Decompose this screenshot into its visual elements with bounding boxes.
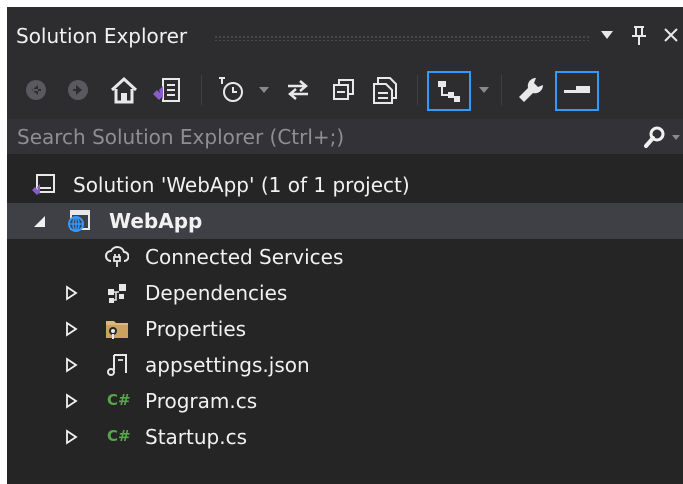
search-options-dropdown[interactable]	[671, 131, 681, 143]
tree-row-connected-services[interactable]: Connected Services	[7, 239, 683, 275]
filter-dropdown-arrow[interactable]	[479, 87, 489, 93]
pending-changes-dropdown-arrow[interactable]	[259, 87, 269, 93]
pin-button[interactable]	[627, 21, 651, 49]
collapse-all-icon	[333, 79, 354, 100]
project-label: WebApp	[109, 209, 203, 233]
search-button[interactable]	[641, 123, 669, 151]
csharp-file-icon: C#	[107, 391, 131, 409]
window-options-button[interactable]	[595, 23, 619, 47]
triangle-down-icon	[601, 31, 613, 39]
tree-row-startup-cs[interactable]: C# Startup.cs	[7, 419, 683, 455]
item-label: Properties	[145, 317, 247, 341]
sync-with-active-document-button[interactable]	[281, 73, 315, 107]
collapsed-triangle-icon[interactable]	[65, 321, 79, 337]
vs-document-icon	[153, 78, 180, 102]
tree-row-program-cs[interactable]: C# Program.cs	[7, 383, 683, 419]
tree-row-dependencies[interactable]: Dependencies	[7, 275, 683, 311]
home-icon	[110, 76, 138, 104]
csharp-file-icon: C#	[107, 427, 131, 445]
collapsed-triangle-icon[interactable]	[65, 285, 79, 301]
web-project-icon	[68, 210, 90, 232]
collapsed-triangle-icon[interactable]	[65, 429, 79, 445]
filter-button[interactable]	[427, 71, 471, 111]
preview-tab-icon	[564, 86, 590, 93]
chevron-down-icon	[672, 134, 680, 140]
back-button[interactable]	[21, 73, 51, 107]
solution-explorer-panel: Solution Explorer Search Solution Explor…	[7, 7, 683, 484]
pin-icon	[632, 26, 646, 45]
toolbar	[7, 63, 683, 119]
wrench-icon	[519, 77, 544, 102]
close-icon	[664, 28, 678, 42]
arrow-left-circle-icon	[26, 80, 46, 100]
item-label: Program.cs	[145, 389, 258, 413]
preview-selected-items-button[interactable]	[555, 71, 599, 111]
solution-icon	[32, 174, 55, 195]
search-box	[7, 119, 683, 155]
item-label: Dependencies	[145, 281, 288, 305]
close-button[interactable]	[659, 21, 683, 49]
tree-row-solution[interactable]: Solution 'WebApp' (1 of 1 project)	[7, 167, 683, 203]
show-all-files-icon	[373, 77, 397, 104]
dependencies-icon	[108, 284, 126, 303]
search-input[interactable]	[7, 119, 637, 155]
json-file-icon	[107, 354, 127, 376]
tree-row-appsettings[interactable]: appsettings.json	[7, 347, 683, 383]
connected-services-icon	[105, 246, 129, 267]
search-icon	[644, 126, 665, 148]
toolbar-separator	[501, 75, 502, 105]
properties-folder-icon	[106, 321, 128, 339]
show-all-files-button[interactable]	[369, 73, 403, 107]
item-label: Startup.cs	[145, 425, 248, 449]
sync-arrows-icon	[288, 80, 308, 100]
toolbar-separator	[201, 75, 202, 105]
forward-button[interactable]	[63, 73, 93, 107]
home-button[interactable]	[107, 73, 141, 107]
collapse-all-button[interactable]	[327, 73, 361, 107]
tree-row-properties[interactable]: Properties	[7, 311, 683, 347]
solution-label: Solution 'WebApp' (1 of 1 project)	[73, 173, 410, 197]
switch-views-button[interactable]	[149, 73, 185, 107]
pending-changes-filter-button[interactable]	[213, 73, 249, 107]
toolbar-separator	[417, 75, 418, 105]
arrow-right-circle-icon	[68, 80, 88, 100]
expanded-triangle-icon[interactable]	[33, 213, 47, 229]
title-bar: Solution Explorer	[7, 7, 683, 63]
history-clock-icon	[219, 77, 243, 102]
item-label: Connected Services	[145, 245, 344, 269]
collapsed-triangle-icon[interactable]	[65, 357, 79, 373]
hierarchy-filter-icon	[438, 81, 460, 102]
item-label: appsettings.json	[145, 353, 310, 377]
drag-grip[interactable]	[214, 35, 590, 41]
panel-title: Solution Explorer	[16, 24, 188, 48]
properties-button[interactable]	[513, 73, 549, 107]
collapsed-triangle-icon[interactable]	[65, 393, 79, 409]
tree-row-project[interactable]: WebApp	[7, 203, 683, 239]
